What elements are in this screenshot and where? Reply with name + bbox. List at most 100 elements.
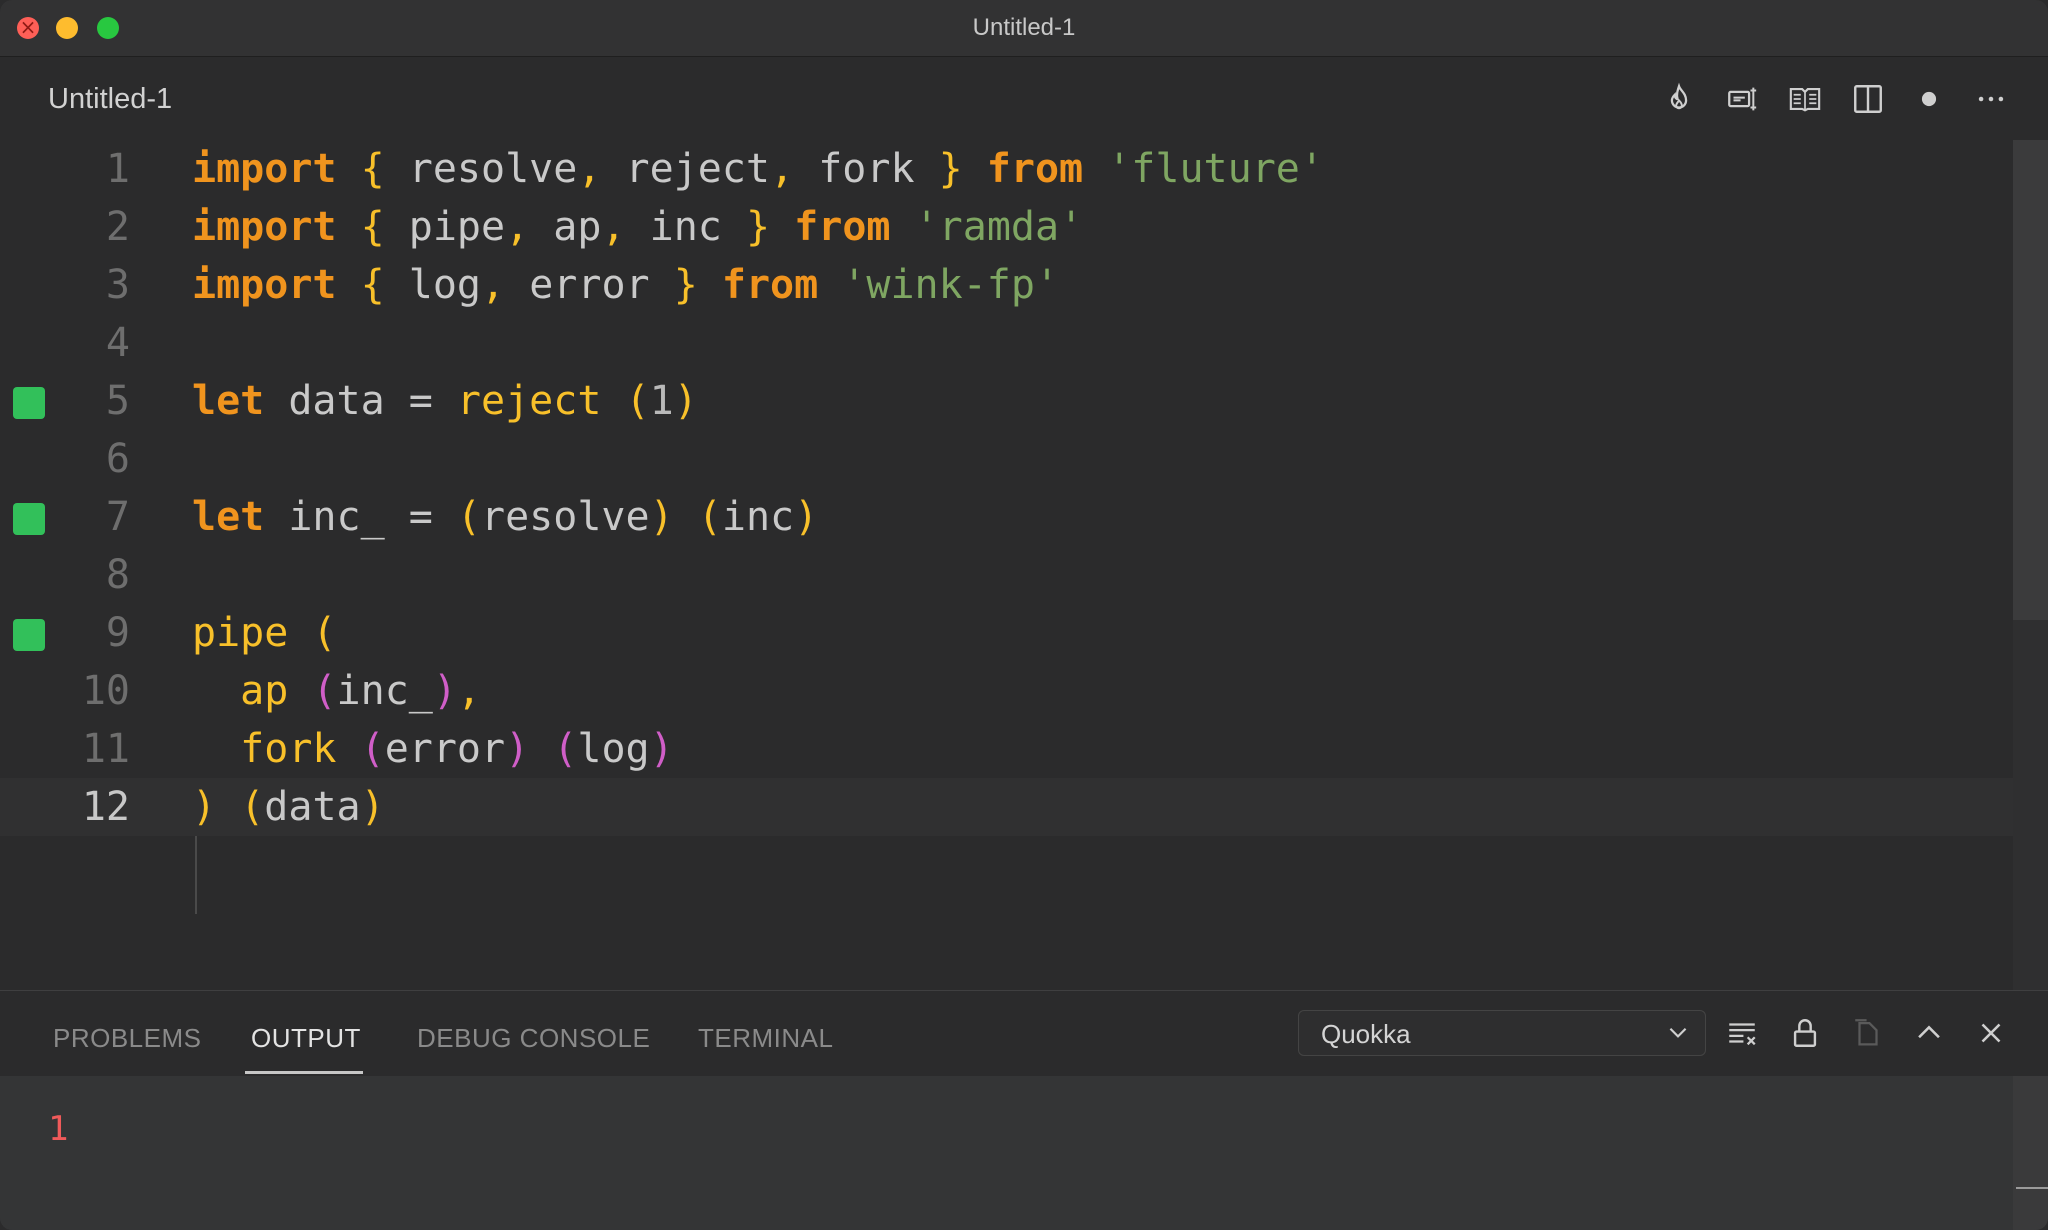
code-line[interactable]: 11 fork (error) (log) — [0, 720, 2013, 778]
code-line[interactable]: 12 ) (data) — [0, 778, 2013, 836]
code-token: resolve — [481, 494, 650, 540]
code-text: ) (data) — [192, 778, 385, 836]
panel-scrollbar[interactable] — [2013, 1076, 2048, 1230]
line-number: 1 — [105, 146, 130, 192]
line-number: 9 — [105, 610, 130, 656]
coverage-indicator — [13, 619, 45, 651]
code-token: , — [481, 262, 506, 308]
code-token: ( — [625, 378, 650, 424]
output-channel-select[interactable]: Quokka — [1298, 1010, 1706, 1056]
code-editor[interactable]: 1 import { resolve, reject, fork } from '… — [0, 140, 2013, 990]
line-number: 11 — [81, 726, 130, 772]
code-token: let — [192, 378, 265, 424]
coverage-indicator — [13, 503, 45, 535]
code-token: let — [192, 494, 265, 540]
clear-output-button[interactable] — [1720, 1011, 1764, 1055]
code-token: { — [360, 146, 385, 192]
code-token: , — [577, 146, 602, 192]
code-line[interactable]: 10 ap (inc_), — [0, 662, 2013, 720]
chevron-up-icon — [1918, 1025, 1940, 1039]
code-token: , — [601, 204, 626, 250]
code-token: } — [745, 204, 771, 250]
code-token: inc_ — [336, 668, 433, 714]
tab-output[interactable]: OUTPUT — [251, 1023, 361, 1054]
code-token: 'ramda' — [914, 204, 1084, 250]
code-token: import — [192, 204, 337, 250]
code-token: from — [794, 204, 891, 250]
code-line[interactable]: 8 — [0, 546, 2013, 604]
code-token: log — [384, 262, 482, 308]
more-actions-icon — [1978, 96, 2004, 102]
tab-problems[interactable]: PROBLEMS — [53, 1023, 202, 1054]
line-number: 6 — [105, 436, 130, 482]
chevron-down-icon — [1669, 1027, 1687, 1038]
code-text: fork (error) (log) — [192, 720, 674, 778]
line-number: 12 — [81, 784, 130, 830]
code-line[interactable]: 3 import { log, error } from 'wink-fp' — [0, 256, 2013, 314]
code-token: ( — [312, 610, 337, 656]
code-text: pipe ( — [192, 604, 337, 662]
code-token: ) — [432, 668, 457, 714]
code-token: reject — [456, 378, 602, 424]
clear-output-icon — [1729, 1023, 1756, 1046]
code-token: ) — [649, 494, 674, 540]
code-line[interactable]: 7 let inc_ = (resolve) (inc) — [0, 488, 2013, 546]
lock-scroll-button[interactable] — [1783, 1011, 1827, 1055]
code-token: reject — [601, 146, 771, 192]
code-text: let data = reject (1) — [192, 372, 698, 430]
editor-tab-title[interactable]: Untitled-1 — [48, 83, 172, 116]
code-token: ( — [312, 668, 337, 714]
quokka-button[interactable] — [1657, 77, 1701, 121]
open-preview-button[interactable] — [1783, 77, 1827, 121]
line-number: 10 — [81, 668, 130, 714]
code-token: , — [456, 668, 482, 714]
open-changes-icon — [1728, 87, 1757, 111]
code-text: import { log, error } from 'wink-fp' — [192, 256, 1059, 314]
code-token: fork — [240, 726, 337, 772]
coverage-indicator — [13, 387, 45, 419]
code-text: let inc_ = (resolve) (inc) — [192, 488, 818, 546]
code-token: } — [938, 146, 963, 192]
open-changes-button[interactable] — [1720, 77, 1764, 121]
code-token: { — [360, 204, 385, 250]
editor-scrollbar-thumb[interactable] — [2013, 140, 2048, 620]
maximize-panel-button[interactable] — [1907, 1011, 1951, 1055]
close-panel-button[interactable] — [1969, 1011, 2013, 1055]
close-icon — [1981, 1023, 2001, 1043]
code-token: { — [360, 262, 385, 308]
code-token: log — [577, 726, 650, 772]
output-body[interactable]: 1 — [0, 1076, 2013, 1230]
code-line[interactable]: 5 let data = reject (1) — [0, 372, 2013, 430]
code-line[interactable]: 1 import { resolve, reject, fork } from '… — [0, 140, 2013, 198]
code-token: ) — [360, 784, 385, 830]
line-number: 7 — [105, 494, 130, 540]
code-token: from — [986, 146, 1084, 192]
code-token: inc — [721, 494, 795, 540]
unsaved-indicator[interactable] — [1907, 77, 1951, 121]
code-token: resolve — [384, 146, 578, 192]
code-token: , — [770, 146, 795, 192]
tab-terminal[interactable]: TERMINAL — [698, 1023, 833, 1054]
code-line[interactable]: 9 pipe ( — [0, 604, 2013, 662]
open-file-icon — [1855, 1019, 1878, 1046]
code-line[interactable]: 4 — [0, 314, 2013, 372]
split-editor-button[interactable] — [1846, 77, 1890, 121]
code-line[interactable]: 2 import { pipe, ap, inc } from 'ramda' — [0, 198, 2013, 256]
code-token: data — [264, 784, 361, 830]
code-token: import — [192, 146, 337, 192]
code-token: 1 — [649, 378, 674, 424]
more-actions-button[interactable] — [1969, 77, 2013, 121]
open-log-button[interactable] — [1846, 1011, 1890, 1055]
line-number: 4 — [105, 320, 130, 366]
code-token: pipe — [384, 204, 506, 250]
tab-debug-console[interactable]: DEBUG CONSOLE — [417, 1023, 650, 1054]
code-line[interactable]: 6 — [0, 430, 2013, 488]
